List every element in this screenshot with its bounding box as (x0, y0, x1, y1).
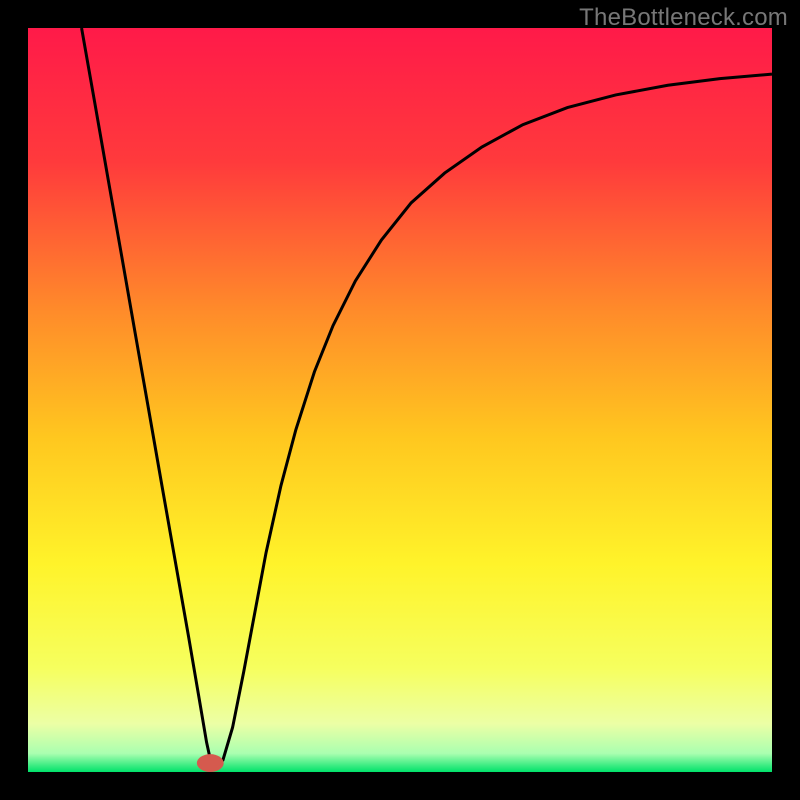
plot-area (28, 28, 772, 772)
chart-svg (28, 28, 772, 772)
watermark-text: TheBottleneck.com (579, 4, 788, 32)
chart-frame: TheBottleneck.com (0, 0, 800, 800)
marker-dot (197, 754, 224, 772)
gradient-background (28, 28, 772, 772)
